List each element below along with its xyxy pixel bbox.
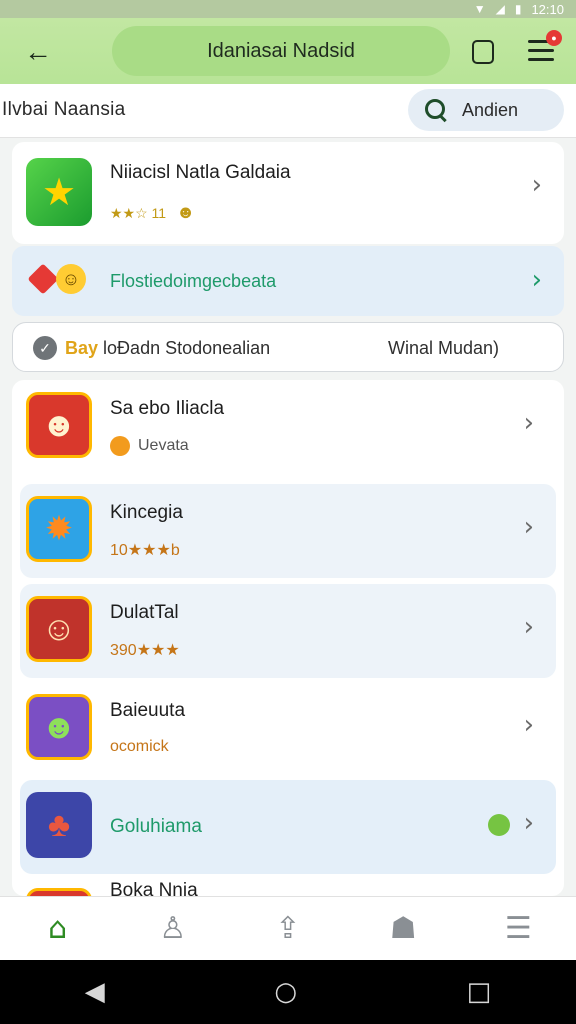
info-bar[interactable]: ✓ Bay loÐadn Stodonealian Winal Mudan) — [12, 322, 564, 372]
featured-game-card[interactable]: ★ Niiacisl Natla Galdaia ★★☆ 11 ☻ › — [12, 142, 564, 244]
game-name: Sa ebo Iliacla — [110, 398, 225, 419]
check-icon: ✓ — [33, 336, 57, 360]
battery-icon: ▮ — [514, 2, 522, 16]
game-icon: ☻ — [26, 694, 92, 760]
chevron-right-icon: › — [523, 808, 534, 838]
game-list: ☻ Sa ebo Iliacla Uevata › ✹ Kincegia 10★… — [12, 380, 564, 896]
list-item[interactable]: ☻ Sa ebo Iliacla Uevata › — [20, 380, 556, 474]
promo-text: Flostiedoimgecbeata — [110, 271, 277, 291]
game-icon: ☺ — [26, 596, 92, 662]
chevron-right-icon: › — [523, 512, 534, 542]
smile-icon: ☺ — [56, 264, 86, 294]
notification-badge: ● — [546, 30, 562, 46]
square-icon[interactable] — [472, 40, 494, 64]
game-name: Boka Nnia — [110, 880, 198, 896]
bottom-nav: ⌂ ♙ ⇪ ☗ ☰ — [0, 896, 576, 960]
profile-icon[interactable]: ♙ — [145, 901, 201, 957]
wifi-icon: ▼ — [473, 2, 486, 16]
game-name: Goluhiama — [110, 816, 202, 837]
signal-icon: ◢ — [495, 2, 505, 16]
app-bar: ← Idaniasai Nadsid ● — [0, 18, 576, 84]
home-icon[interactable]: ⌂ — [30, 901, 86, 957]
list-item[interactable]: ☻ Baieuuta ocomick › — [20, 682, 556, 776]
title-pill[interactable]: Idaniasai Nadsid — [112, 26, 450, 76]
section-label: Ilvbai Naansia — [2, 99, 126, 120]
game-icon: ✹ — [26, 496, 92, 562]
game-sub: 390★★★ — [110, 642, 180, 659]
list-item[interactable]: ☺ DulatTal 390★★★ › — [20, 584, 556, 678]
game-sub: 10★★★b — [110, 542, 180, 559]
game-sub: ocomick — [110, 738, 169, 755]
list-item[interactable]: ✹ Kincegia 10★★★b › — [20, 484, 556, 578]
recents-icon[interactable]: □ — [467, 977, 492, 1007]
hamburger-menu-icon[interactable]: ☰ — [490, 901, 546, 957]
menu-icon[interactable]: ● — [528, 30, 562, 62]
search-icon — [424, 98, 448, 122]
star-app-icon: ★ — [26, 158, 92, 226]
status-dot-icon — [488, 814, 510, 836]
game-name: DulatTal — [110, 602, 179, 623]
game-icon: ☻ — [26, 888, 92, 896]
diamond-icon — [27, 263, 59, 295]
status-time: 12:10 — [531, 1, 564, 17]
search-button-label: Andien — [462, 99, 519, 120]
smile-icon: ☻ — [176, 202, 196, 222]
featured-rating: ★★☆ 11 ☻ — [110, 202, 196, 222]
chevron-right-icon: › — [523, 710, 534, 740]
chevron-right-icon: › — [531, 170, 542, 200]
home-circle-icon[interactable]: ○ — [274, 977, 297, 1007]
status-bar: ▼ ◢ ▮ 12:10 — [0, 0, 576, 18]
back-icon[interactable]: ◀ — [85, 977, 105, 1007]
search-row: Ilvbai Naansia Andien — [0, 84, 576, 138]
list-item[interactable]: ☻ Boka Nnia — [20, 876, 556, 896]
share-icon[interactable]: ⇪ — [260, 901, 316, 957]
info-text: Bay loÐadn Stodonealian — [65, 338, 271, 358]
chevron-right-icon: › — [531, 265, 542, 295]
search-button[interactable]: Andien — [408, 89, 564, 131]
info-right-text: Winal Mudan) — [387, 338, 499, 358]
chevron-right-icon: › — [523, 408, 534, 438]
notification-icon[interactable]: ☗ — [375, 901, 431, 957]
back-arrow-icon[interactable]: ← — [22, 36, 54, 68]
system-nav-bar: ◀ ○ □ — [0, 960, 576, 1024]
game-icon: ☻ — [26, 392, 92, 458]
game-icon: ♣ — [26, 792, 92, 858]
list-item[interactable]: ♣ Goluhiama › — [20, 780, 556, 874]
game-sub: Uevata — [110, 436, 189, 456]
chevron-right-icon: › — [523, 612, 534, 642]
game-name: Baieuuta — [110, 700, 186, 721]
game-name: Kincegia — [110, 502, 183, 523]
featured-game-name: Niiacisl Natla Galdaia — [110, 162, 291, 183]
promo-banner[interactable]: ☺ Flostiedoimgecbeata › — [12, 246, 564, 316]
